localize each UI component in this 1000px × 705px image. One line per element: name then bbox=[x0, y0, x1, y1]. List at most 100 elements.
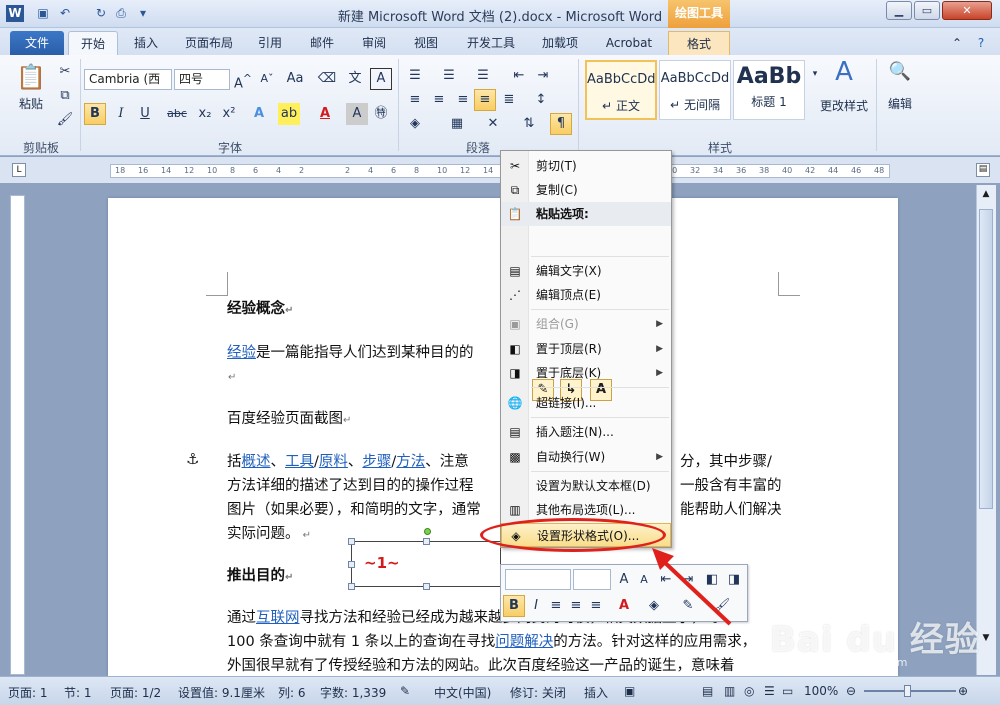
char-border-icon[interactable]: A bbox=[370, 68, 392, 90]
print-layout-view-icon[interactable]: ▤ bbox=[702, 684, 713, 698]
superscript-icon[interactable]: x² bbox=[218, 103, 240, 125]
tab-developer[interactable]: 开发工具 bbox=[458, 31, 524, 55]
tab-insert[interactable]: 插入 bbox=[124, 31, 168, 55]
help-icon[interactable]: ? bbox=[970, 31, 992, 55]
change-styles-button[interactable]: 更改样式 bbox=[816, 97, 872, 114]
find-icon[interactable]: 🔍 bbox=[886, 61, 914, 91]
line-spacing-icon[interactable]: ↕ bbox=[530, 89, 552, 111]
paste-icon[interactable]: 📋 bbox=[14, 61, 48, 95]
tab-file[interactable]: 文件 bbox=[10, 31, 64, 55]
menu-item-text-wrap[interactable]: ▩ 自动换行(W) ▶ bbox=[501, 445, 671, 469]
menu-item-cut[interactable]: ✂ 剪切(T) bbox=[501, 154, 671, 178]
chinese-layout-icon[interactable]: ✕ bbox=[482, 113, 504, 135]
tab-format[interactable]: 格式 bbox=[668, 31, 730, 55]
multilevel-list-icon[interactable]: ☰ bbox=[472, 65, 494, 87]
mini-align-left-icon[interactable]: ≡ bbox=[545, 595, 567, 617]
status-insert-mode[interactable]: 插入 bbox=[584, 684, 608, 701]
view-ruler-icon[interactable]: ▤ bbox=[976, 163, 990, 177]
highlight-icon[interactable]: ab bbox=[278, 103, 300, 125]
style-heading1[interactable]: AaBb 标题 1 bbox=[733, 60, 805, 120]
tab-page-layout[interactable]: 页面布局 bbox=[176, 31, 242, 55]
strikethrough-button[interactable]: abc bbox=[166, 103, 188, 125]
menu-item-insert-caption[interactable]: ▤ 插入题注(N)... bbox=[501, 420, 671, 444]
tab-acrobat[interactable]: Acrobat bbox=[596, 31, 662, 55]
minimize-ribbon-icon[interactable]: ⌃ bbox=[948, 31, 966, 55]
menu-item-copy[interactable]: ⧉ 复制(C) bbox=[501, 178, 671, 202]
vertical-scrollbar[interactable]: ▲ ▼ bbox=[976, 185, 996, 675]
decrease-indent-icon[interactable]: ⇤ bbox=[508, 65, 530, 87]
cut-icon[interactable]: ✂ bbox=[54, 61, 76, 83]
shrink-font-icon[interactable]: Aˇ bbox=[256, 68, 278, 90]
paste-button[interactable]: 粘贴 bbox=[8, 95, 54, 112]
show-marks-icon[interactable]: ¶ bbox=[550, 113, 572, 135]
status-revision[interactable]: 修订: 关闭 bbox=[510, 684, 566, 701]
styles-more-icon[interactable]: ▾ bbox=[804, 63, 826, 85]
menu-item-send-back[interactable]: ◨ 置于底层(K) ▶ bbox=[501, 361, 671, 385]
full-screen-view-icon[interactable]: ▥ bbox=[724, 684, 735, 698]
tab-home[interactable]: 开始 bbox=[68, 31, 118, 55]
shading-icon[interactable]: ◈ bbox=[404, 113, 426, 135]
proofing-icon[interactable]: ✎ bbox=[400, 684, 410, 698]
align-left-icon[interactable]: ≡ bbox=[404, 89, 426, 111]
bullets-icon[interactable]: ☰ bbox=[404, 65, 426, 87]
close-button[interactable]: ✕ bbox=[942, 1, 992, 20]
menu-item-edit-points[interactable]: ⋰ 编辑顶点(E) bbox=[501, 283, 671, 307]
text-box-shape[interactable]: ~1~ bbox=[348, 528, 501, 590]
scroll-up-icon[interactable]: ▲ bbox=[979, 189, 993, 203]
status-page[interactable]: 页面: 1 bbox=[8, 684, 48, 701]
zoom-out-icon[interactable]: ⊖ bbox=[846, 684, 856, 698]
tab-addins[interactable]: 加载项 bbox=[532, 31, 588, 55]
font-name-combo[interactable]: Cambria (西 bbox=[84, 69, 172, 90]
minimize-button[interactable]: ▁ bbox=[886, 1, 912, 20]
numbering-icon[interactable]: ☰ bbox=[438, 65, 460, 87]
status-section[interactable]: 节: 1 bbox=[64, 684, 92, 701]
tab-references[interactable]: 引用 bbox=[248, 31, 292, 55]
enclose-char-icon[interactable]: ㊕ bbox=[370, 103, 392, 125]
status-language[interactable]: 中文(中国) bbox=[434, 684, 491, 701]
increase-indent-icon[interactable]: ⇥ bbox=[532, 65, 554, 87]
mini-align-right-icon[interactable]: ≡ bbox=[585, 595, 607, 617]
editing-button[interactable]: 编辑 bbox=[880, 95, 920, 112]
menu-item-edit-text[interactable]: ▤ 编辑文字(X) bbox=[501, 259, 671, 283]
tab-view[interactable]: 视图 bbox=[404, 31, 448, 55]
maximize-button[interactable]: ▭ bbox=[914, 1, 940, 20]
style-no-spacing[interactable]: AaBbCcDd ↵ 无间隔 bbox=[659, 60, 731, 120]
menu-item-bring-front[interactable]: ◧ 置于顶层(R) ▶ bbox=[501, 337, 671, 361]
mini-font-combo[interactable] bbox=[505, 569, 571, 590]
outline-view-icon[interactable]: ☰ bbox=[764, 684, 775, 698]
format-painter-icon[interactable]: 🖌 bbox=[54, 109, 76, 131]
mini-bold-icon[interactable]: B bbox=[503, 595, 525, 617]
clear-format-icon[interactable]: ⌫ bbox=[316, 68, 338, 90]
menu-item-hyperlink[interactable]: 🌐 超链接(I)... bbox=[501, 391, 671, 415]
menu-item-set-default-textbox[interactable]: 设置为默认文本框(D) bbox=[501, 474, 671, 498]
bold-button[interactable]: B bbox=[84, 103, 106, 125]
distributed-icon[interactable]: ≣ bbox=[498, 89, 520, 111]
italic-button[interactable]: I bbox=[110, 103, 132, 125]
mini-align-center-icon[interactable]: ≡ bbox=[565, 595, 587, 617]
scroll-thumb[interactable] bbox=[979, 209, 993, 509]
menu-item-group[interactable]: ▣ 组合(G) ▶ bbox=[501, 312, 671, 336]
style-normal[interactable]: AaBbCcDd ↵ 正文 bbox=[585, 60, 657, 120]
copy-icon[interactable]: ⧉ bbox=[54, 85, 76, 107]
text-effects-icon[interactable]: A bbox=[248, 103, 270, 125]
scroll-down-icon[interactable]: ▼ bbox=[979, 633, 993, 645]
status-words[interactable]: 字数: 1,339 bbox=[320, 684, 386, 701]
mini-font-color-icon[interactable]: A bbox=[613, 595, 635, 617]
tab-selector[interactable]: L bbox=[12, 163, 26, 177]
draft-view-icon[interactable]: ▭ bbox=[782, 684, 793, 698]
tab-review[interactable]: 审阅 bbox=[352, 31, 396, 55]
font-color-icon[interactable]: A bbox=[314, 103, 336, 125]
subscript-icon[interactable]: x₂ bbox=[194, 103, 216, 125]
justify-icon[interactable]: ≡ bbox=[474, 89, 496, 111]
change-case-icon[interactable]: Aa bbox=[284, 68, 306, 90]
mini-grow-font-icon[interactable]: A bbox=[613, 569, 635, 591]
status-column[interactable]: 列: 6 bbox=[278, 684, 306, 701]
mini-size-combo[interactable] bbox=[573, 569, 611, 590]
zoom-level[interactable]: 100% bbox=[804, 684, 838, 698]
borders-icon[interactable]: ▦ bbox=[446, 113, 468, 135]
zoom-slider-thumb[interactable] bbox=[904, 685, 911, 697]
status-pages[interactable]: 页面: 1/2 bbox=[110, 684, 161, 701]
status-setting[interactable]: 设置值: 9.1厘米 bbox=[178, 684, 265, 701]
underline-button[interactable]: U bbox=[134, 103, 156, 125]
sort-icon[interactable]: ⇅ bbox=[518, 113, 540, 135]
